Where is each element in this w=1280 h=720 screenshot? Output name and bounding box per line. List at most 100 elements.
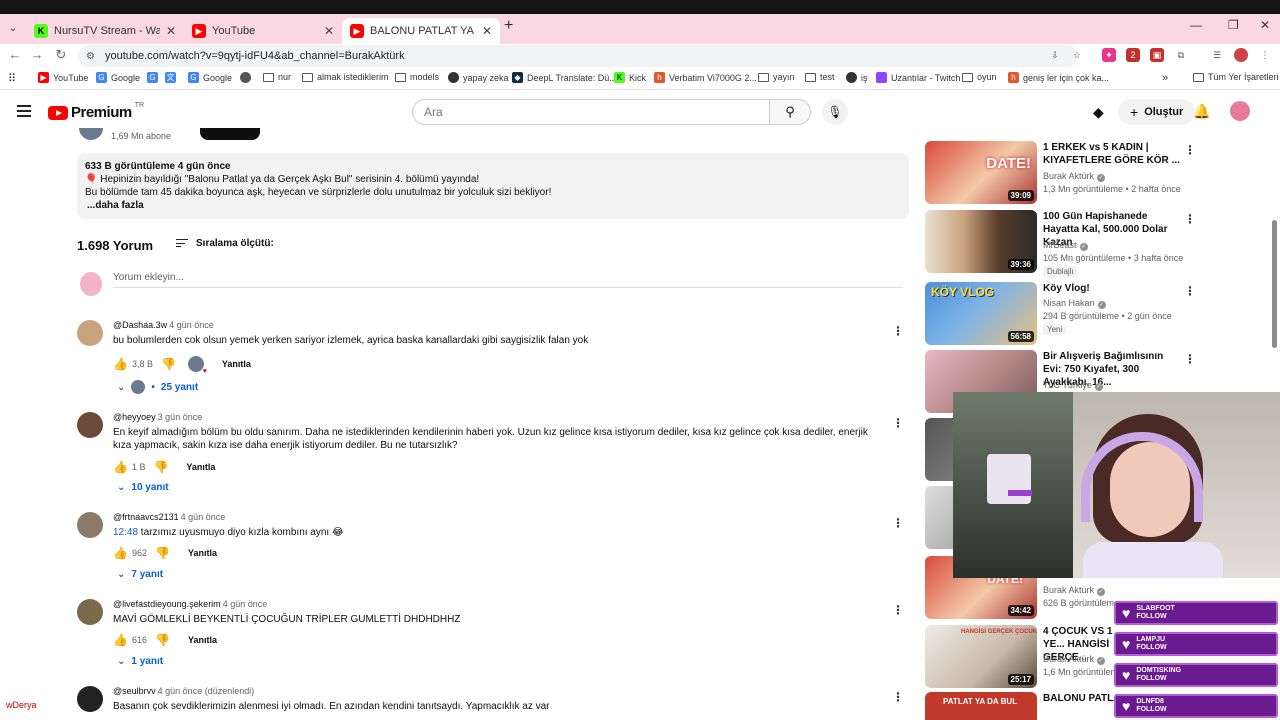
bookmark-twitch[interactable]: Uzantılar - Twitch — [876, 72, 960, 83]
dislike-icon[interactable]: 👎 — [153, 460, 168, 474]
reply-button[interactable]: Yanıtla — [188, 635, 217, 645]
video-menu-icon[interactable]: ⋮ — [1184, 352, 1196, 366]
video-title[interactable]: Köy Vlog! — [1043, 282, 1183, 295]
back-icon[interactable]: ← — [6, 47, 24, 62]
bookmark-folder-nur[interactable]: nur — [263, 72, 291, 82]
bookmark-star-icon[interactable]: ☆ — [1070, 48, 1084, 62]
page-scrollbar[interactable] — [1272, 220, 1277, 348]
bookmark-folder-models[interactable]: models — [395, 72, 439, 82]
comment-menu-icon[interactable]: ⋮ — [892, 324, 904, 338]
bookmark-genis[interactable]: h geniş ler için çok ka... — [1008, 72, 1109, 83]
menu-dots-icon[interactable]: ⋮ — [1258, 48, 1272, 62]
bookmark-deepl[interactable]: ◆ DeepL Translate: Dü... — [512, 72, 617, 83]
restore-icon[interactable]: ❐ — [1228, 18, 1239, 32]
search-button[interactable]: ⚲ — [769, 99, 811, 125]
reading-list-icon[interactable]: ☰ — [1210, 48, 1224, 62]
voice-search-button[interactable]: 🎙 — [822, 99, 848, 125]
comment-time[interactable]: 3 gün önce — [158, 412, 203, 422]
video-menu-icon[interactable]: ⋮ — [1184, 143, 1196, 157]
profile-avatar[interactable] — [1234, 48, 1248, 62]
bookmark-yapay-zeka[interactable]: yapay zeka — [448, 72, 509, 83]
bookmark-folder-yayin[interactable]: yayın — [758, 72, 795, 82]
video-channel[interactable]: TLC Türkiye ✓ — [1043, 380, 1103, 391]
bookmark-globe[interactable] — [240, 72, 251, 83]
comment-menu-icon[interactable]: ⋮ — [892, 690, 904, 704]
comment-menu-icon[interactable]: ⋮ — [892, 603, 904, 617]
view-replies-button[interactable]: ⌄ 1 yanıt — [117, 656, 163, 667]
extensions-puzzle-icon[interactable]: ⧉ — [1174, 48, 1188, 62]
video-thumbnail[interactable]: PATLAT YA DA BUL — [925, 692, 1037, 720]
add-comment-input[interactable]: Yorum ekleyin... — [113, 272, 903, 288]
show-more-link[interactable]: ...daha fazla — [85, 199, 901, 212]
comment-author[interactable]: @heyyoey — [113, 412, 156, 422]
bookmark-folder-almak[interactable]: almak istediklerim — [302, 72, 389, 82]
like-icon[interactable]: 👍 — [113, 357, 128, 371]
bookmark-verbatim[interactable]: h Verbatim Vi7000G 2... — [654, 72, 757, 83]
video-channel[interactable]: MrBeast ✓ — [1043, 240, 1088, 251]
bookmark-google-2[interactable]: G — [147, 72, 158, 83]
tab-balonu-patlat[interactable]: ▶ BALONU PATLAT YA DA GERÇE ✕ — [342, 18, 500, 44]
related-video[interactable]: DATE! 39:09 1 ERKEK vs 5 KADIN | KIYAFET… — [925, 141, 1270, 204]
close-icon[interactable]: ✕ — [166, 24, 176, 38]
view-replies-button[interactable]: ⌄ • 25 yanıt — [117, 380, 198, 394]
bookmark-is[interactable]: iş — [846, 72, 868, 83]
video-channel[interactable]: Burak Aktürk ✓ — [1043, 171, 1106, 182]
close-window-icon[interactable]: ✕ — [1260, 18, 1270, 32]
extension-icon[interactable]: ✦ — [1102, 48, 1116, 62]
reply-button[interactable]: Yanıtla — [186, 462, 215, 472]
extension-icon[interactable]: ▣ — [1150, 48, 1164, 62]
video-thumbnail[interactable]: DATE! 39:09 — [925, 141, 1037, 204]
create-button[interactable]: + Oluştur — [1118, 99, 1196, 125]
hamburger-menu-icon[interactable] — [17, 105, 31, 117]
video-thumbnail[interactable]: KÖY VLOG 56:58 — [925, 282, 1037, 345]
like-icon[interactable]: 👍 — [113, 460, 128, 474]
apps-icon[interactable]: ⠿ — [8, 72, 16, 85]
related-video[interactable]: 39:36 100 Gün Hapishanede Hayatta Kal, 5… — [925, 210, 1270, 277]
view-replies-button[interactable]: ⌄ 7 yanıt — [117, 569, 163, 580]
video-thumbnail[interactable]: 39:36 — [925, 210, 1037, 273]
reload-icon[interactable]: ↻ — [52, 47, 70, 63]
comment-author[interactable]: @seulbrvv — [113, 686, 156, 696]
comment-time[interactable]: 4 gün önce — [223, 599, 268, 609]
account-avatar[interactable] — [1230, 101, 1250, 121]
install-icon[interactable]: ⇩ — [1048, 48, 1062, 62]
comment-time[interactable]: 4 gün önce — [181, 512, 226, 522]
tab-youtube[interactable]: ▶ YouTube ✕ — [184, 18, 342, 44]
commenter-avatar[interactable] — [77, 686, 103, 712]
youtube-premium-logo[interactable]: Premium TR — [48, 102, 144, 121]
site-info-icon[interactable]: ⚙ — [86, 51, 95, 62]
dislike-icon[interactable]: 👎 — [161, 357, 176, 371]
notifications-bell-icon[interactable]: 🔔 — [1193, 103, 1210, 120]
extension-icon[interactable]: 2 — [1126, 48, 1140, 62]
close-icon[interactable]: ✕ — [482, 24, 492, 38]
timestamp-link[interactable]: 12:48 — [113, 527, 138, 538]
view-replies-button[interactable]: ⌄ 10 yanıt — [117, 482, 169, 493]
like-icon[interactable]: 👍 — [113, 546, 128, 560]
comment-time[interactable]: 4 gün önce (düzenlendi) — [158, 686, 255, 696]
url-field[interactable]: ⚙ youtube.com/watch?v=9qytj-idFU4&ab_cha… — [78, 45, 1078, 67]
description-box[interactable]: 633 B görüntüleme 4 gün önce 🎈 Hepinizin… — [77, 153, 909, 219]
commenter-avatar[interactable] — [77, 512, 103, 538]
bookmark-translate[interactable]: 文 — [165, 72, 176, 83]
video-channel[interactable]: Nisan Hakan ✓ — [1043, 298, 1106, 309]
comment-author[interactable]: @livefastdieyoung.şekerim — [113, 599, 221, 609]
premium-diamond-icon[interactable]: ◆ — [1093, 104, 1104, 121]
dislike-icon[interactable]: 👎 — [155, 546, 170, 560]
bookmark-youtube[interactable]: ▶ YouTube — [38, 72, 88, 83]
bookmark-google-3[interactable]: G Google — [188, 72, 232, 83]
bookmark-folder-test[interactable]: test — [805, 72, 835, 82]
reply-button[interactable]: Yanıtla — [188, 548, 217, 558]
video-channel[interactable]: Burak Aktürk ✓ — [1043, 654, 1106, 665]
video-channel[interactable]: Burak Aktürk ✓ — [1043, 585, 1106, 596]
comment-menu-icon[interactable]: ⋮ — [892, 416, 904, 430]
dislike-icon[interactable]: 👎 — [155, 633, 170, 647]
bookmarks-overflow-icon[interactable]: » — [1162, 72, 1168, 84]
video-menu-icon[interactable]: ⋮ — [1184, 212, 1196, 226]
commenter-avatar[interactable] — [77, 320, 103, 346]
search-input[interactable]: Ara — [412, 99, 770, 125]
channel-avatar[interactable] — [79, 128, 103, 140]
comment-author[interactable]: @Dashaa.3w — [113, 320, 167, 330]
comment-author[interactable]: @frtnaavcs2131 — [113, 512, 179, 522]
reply-button[interactable]: Yanıtla — [222, 359, 251, 369]
commenter-avatar[interactable] — [77, 412, 103, 438]
